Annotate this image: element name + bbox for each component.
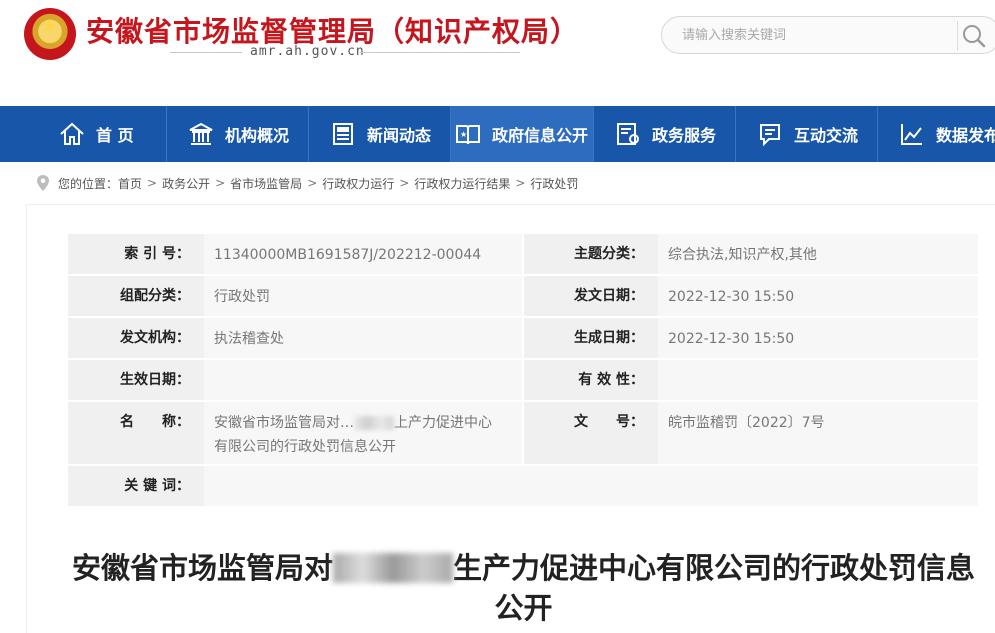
topic-label: 主题分类：: [522, 234, 658, 274]
redacted-text: [354, 416, 394, 430]
topic-value: 综合执法,知识产权,其他: [658, 234, 978, 274]
validity-label: 有 效 性：: [522, 360, 658, 400]
category-value: 行政处罚: [204, 276, 522, 316]
nav-item-gov-info[interactable]: ★ 政府信息公开: [451, 106, 594, 162]
article-title-part: 安徽省市场监管局对: [71, 551, 333, 585]
name-value-line: 有限公司的行政处罚信息公开: [214, 439, 396, 455]
search-input[interactable]: [682, 25, 942, 45]
divider: [360, 52, 520, 53]
breadcrumb: 您的位置： 首页 > 政务公开 > 省市场监管局 > 行政权力运行 > 行政权力…: [36, 172, 578, 194]
meta-row: 索 引 号： 11340000MB1691587J/202212-00044 主…: [68, 234, 978, 276]
doc-number-label: 文 号：: [522, 402, 658, 464]
validity-value: [658, 360, 978, 400]
article-title-part: 生产力促进中心有限公司的行政处罚信息公开: [453, 551, 976, 625]
breadcrumb-separator: >: [399, 176, 410, 190]
keywords-label: 关 键 词：: [68, 466, 204, 506]
meta-row: 发文机构： 执法稽查处 生成日期： 2022-12-30 15:50: [68, 318, 978, 360]
issue-date-value: 2022-12-30 15:50: [658, 276, 978, 316]
breadcrumb-separator: >: [147, 176, 158, 190]
national-emblem-icon: ★: [24, 8, 76, 60]
index-value: 11340000MB1691587J/202212-00044: [204, 234, 522, 274]
meta-row: 名 称： 安徽省市场监管局对… 上产力促进中心 有限公司的行政处罚信息公开 文 号…: [68, 402, 978, 466]
breadcrumb-link[interactable]: 政务公开: [162, 175, 210, 192]
nav-item-interaction[interactable]: 互动交流: [736, 106, 878, 162]
create-date-label: 生成日期：: [522, 318, 658, 358]
home-icon: [58, 120, 86, 148]
breadcrumb-separator: >: [515, 176, 526, 190]
nav-item-data[interactable]: 数据发布: [878, 106, 995, 162]
svg-text:★: ★: [460, 130, 467, 139]
chart-icon: [898, 120, 926, 148]
site-domain-area: amr.ah.gov.cn: [170, 44, 520, 60]
doc-number-value: 皖市监稽罚〔2022〕7号: [658, 402, 978, 464]
meta-row: 生效日期： 有 效 性：: [68, 360, 978, 402]
name-value: 安徽省市场监管局对… 上产力促进中心 有限公司的行政处罚信息公开: [204, 402, 522, 464]
index-label: 索 引 号：: [68, 234, 204, 274]
nav-item-home[interactable]: 首 页: [0, 106, 167, 162]
effective-date-label: 生效日期：: [68, 360, 204, 400]
building-icon: [187, 120, 215, 148]
create-date-value: 2022-12-30 15:50: [658, 318, 978, 358]
breadcrumb-link[interactable]: 行政权力运行: [322, 175, 394, 192]
redacted-text: [333, 553, 453, 583]
service-doc-icon: [614, 120, 642, 148]
issue-date-label: 发文日期：: [522, 276, 658, 316]
news-icon: [329, 120, 357, 148]
star-icon: ★: [41, 16, 58, 37]
breadcrumb-link[interactable]: 首页: [118, 175, 142, 192]
location-pin-icon: [37, 175, 49, 191]
site-domain: amr.ah.gov.cn: [250, 44, 365, 59]
site-header: ★ 安徽省市场监督管理局（知识产权局） amr.ah.gov.cn: [0, 0, 995, 106]
breadcrumb-separator: >: [215, 176, 226, 190]
main-nav: 首 页 机构概况 新闻动态 ★ 政府信息公开 政务服务 互动交流 数据发布: [0, 106, 995, 162]
divider: [170, 52, 242, 53]
breadcrumb-link[interactable]: 省市场监管局: [230, 175, 302, 192]
meta-row: 关 键 词：: [68, 466, 978, 508]
breadcrumb-prefix: 您的位置：: [58, 176, 119, 191]
document-meta-table: 索 引 号： 11340000MB1691587J/202212-00044 主…: [68, 234, 978, 508]
breadcrumb-separator: >: [307, 176, 318, 190]
info-book-icon: ★: [454, 120, 482, 148]
name-value-part: 安徽省市场监管局对…: [214, 415, 354, 431]
keywords-value: [204, 466, 978, 506]
name-label: 名 称：: [68, 402, 204, 464]
effective-date-value: [204, 360, 522, 400]
breadcrumb-link[interactable]: 行政权力运行结果: [414, 175, 510, 192]
search-icon: [963, 25, 986, 48]
org-value: 执法稽查处: [204, 318, 522, 358]
nav-item-org[interactable]: 机构概况: [167, 106, 309, 162]
breadcrumb-link[interactable]: 行政处罚: [530, 175, 578, 192]
org-label: 发文机构：: [68, 318, 204, 358]
search-button[interactable]: [957, 21, 987, 51]
chat-icon: [756, 120, 784, 148]
category-label: 组配分类：: [68, 276, 204, 316]
article-title: 安徽省市场监管局对 生产力促进中心有限公司的行政处罚信息公开: [66, 548, 981, 628]
nav-item-services[interactable]: 政务服务: [594, 106, 736, 162]
name-value-part: 上产力促进中心: [394, 415, 492, 431]
search-box: [661, 16, 995, 54]
meta-row: 组配分类： 行政处罚 发文日期： 2022-12-30 15:50: [68, 276, 978, 318]
nav-item-news[interactable]: 新闻动态: [309, 106, 451, 162]
